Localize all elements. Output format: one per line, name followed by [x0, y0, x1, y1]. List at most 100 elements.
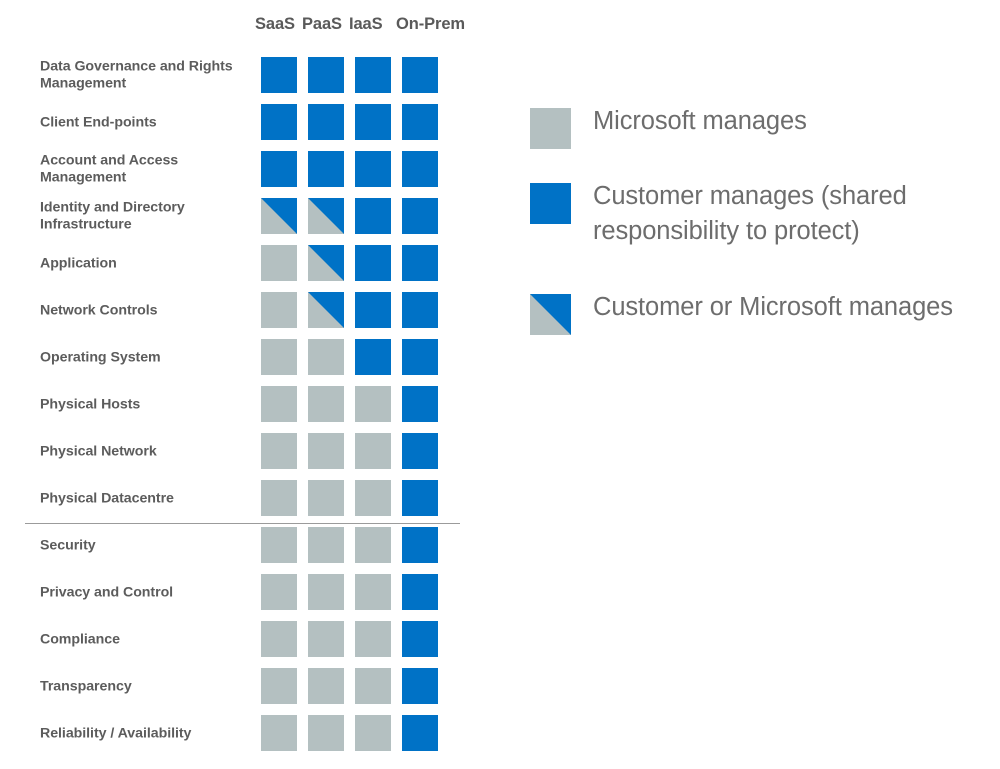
cell-iaas-customer: [355, 292, 391, 328]
row-cells: [261, 198, 438, 234]
cell-saas-microsoft: [261, 621, 297, 657]
cell-saas-microsoft: [261, 339, 297, 375]
cell-saas-microsoft: [261, 292, 297, 328]
row-cells: [261, 480, 438, 516]
cell-on-prem-customer: [402, 104, 438, 140]
cell-on-prem-customer: [402, 151, 438, 187]
row-cells: [261, 574, 438, 610]
row-label: Network Controls: [40, 301, 158, 318]
legend-item-customer: Customer manages (shared responsibility …: [530, 179, 907, 249]
responsibility-matrix: SaaS PaaS IaaS On-Prem Data Governance and …: [0, 0, 480, 769]
cell-paas-microsoft: [308, 433, 344, 469]
cell-iaas-microsoft: [355, 621, 391, 657]
cell-iaas-customer: [355, 245, 391, 281]
cell-paas-microsoft: [308, 574, 344, 610]
cell-on-prem-customer: [402, 527, 438, 563]
cell-paas-microsoft: [308, 339, 344, 375]
matrix-row: Privacy and Control: [0, 569, 480, 616]
row-label: Security: [40, 536, 96, 553]
cell-paas-split: [308, 292, 344, 328]
matrix-row: Physical Hosts: [0, 381, 480, 428]
legend-label: Customer or Microsoft manages: [593, 293, 953, 321]
row-cells: [261, 386, 438, 422]
row-label: Account and Access Management: [40, 152, 179, 186]
row-cells: [261, 433, 438, 469]
cell-paas-split: [308, 245, 344, 281]
cell-paas-customer: [308, 57, 344, 93]
cell-iaas-microsoft: [355, 480, 391, 516]
cell-saas-customer: [261, 151, 297, 187]
cell-paas-customer: [308, 151, 344, 187]
cell-iaas-customer: [355, 339, 391, 375]
cell-paas-split: [308, 198, 344, 234]
cell-saas-microsoft: [261, 715, 297, 751]
legend-swatch-microsoft: [530, 108, 571, 149]
cell-on-prem-customer: [402, 339, 438, 375]
cell-iaas-customer: [355, 57, 391, 93]
cell-paas-microsoft: [308, 527, 344, 563]
matrix-row: Reliability / Availability: [0, 710, 480, 757]
cell-iaas-customer: [355, 151, 391, 187]
legend-label: Customer manages (shared responsibility …: [593, 182, 907, 245]
cell-iaas-customer: [355, 104, 391, 140]
row-cells: [261, 339, 438, 375]
legend-item-split: Customer or Microsoft manages: [530, 290, 953, 335]
column-header-saas: SaaS: [255, 15, 295, 33]
row-cells: [261, 292, 438, 328]
row-cells: [261, 621, 438, 657]
cell-iaas-microsoft: [355, 527, 391, 563]
cell-on-prem-customer: [402, 433, 438, 469]
cell-on-prem-customer: [402, 668, 438, 704]
legend-label: Microsoft manages: [593, 107, 807, 135]
row-cells: [261, 715, 438, 751]
matrix-row: Physical Datacentre: [0, 475, 480, 522]
cell-iaas-microsoft: [355, 715, 391, 751]
cell-iaas-microsoft: [355, 386, 391, 422]
row-label: Physical Datacentre: [40, 489, 174, 506]
row-label: Transparency: [40, 677, 132, 694]
row-label: Physical Hosts: [40, 395, 141, 412]
row-cells: [261, 527, 438, 563]
column-header-on-prem: On-Prem: [396, 15, 465, 33]
column-header-iaas: IaaS: [349, 15, 383, 33]
matrix-row: Physical Network: [0, 428, 480, 475]
cell-paas-customer: [308, 104, 344, 140]
row-label: Reliability / Availability: [40, 724, 192, 741]
column-header-row: SaaS PaaS IaaS On-Prem: [255, 14, 465, 40]
row-label: Physical Network: [40, 442, 157, 459]
cell-saas-microsoft: [261, 480, 297, 516]
cell-on-prem-customer: [402, 386, 438, 422]
cell-on-prem-customer: [402, 574, 438, 610]
row-cells: [261, 104, 438, 140]
cell-paas-microsoft: [308, 386, 344, 422]
legend-swatch-customer: [530, 183, 571, 224]
matrix-row: Account and Access Management: [0, 146, 480, 193]
cell-saas-customer: [261, 104, 297, 140]
cell-on-prem-customer: [402, 480, 438, 516]
row-cells: [261, 668, 438, 704]
matrix-row: Operating System: [0, 334, 480, 381]
legend-item-microsoft: Microsoft manages: [530, 104, 807, 149]
cell-saas-split: [261, 198, 297, 234]
cell-saas-microsoft: [261, 668, 297, 704]
cell-saas-microsoft: [261, 574, 297, 610]
row-label: Application: [40, 254, 117, 271]
matrix-row: Transparency: [0, 663, 480, 710]
cell-iaas-customer: [355, 198, 391, 234]
matrix-row: Client End-points: [0, 99, 480, 146]
cell-paas-microsoft: [308, 668, 344, 704]
column-header-paas: PaaS: [302, 15, 342, 33]
cell-paas-microsoft: [308, 715, 344, 751]
cell-iaas-microsoft: [355, 574, 391, 610]
cell-on-prem-customer: [402, 245, 438, 281]
cell-saas-microsoft: [261, 527, 297, 563]
row-label: Data Governance and Rights Management: [40, 58, 233, 92]
cell-saas-customer: [261, 57, 297, 93]
row-label: Client End-points: [40, 113, 157, 130]
row-cells: [261, 245, 438, 281]
cell-paas-microsoft: [308, 621, 344, 657]
row-label: Identity and Directory Infrastructure: [40, 199, 185, 233]
row-label: Privacy and Control: [40, 583, 174, 600]
cell-saas-microsoft: [261, 386, 297, 422]
cell-saas-microsoft: [261, 433, 297, 469]
